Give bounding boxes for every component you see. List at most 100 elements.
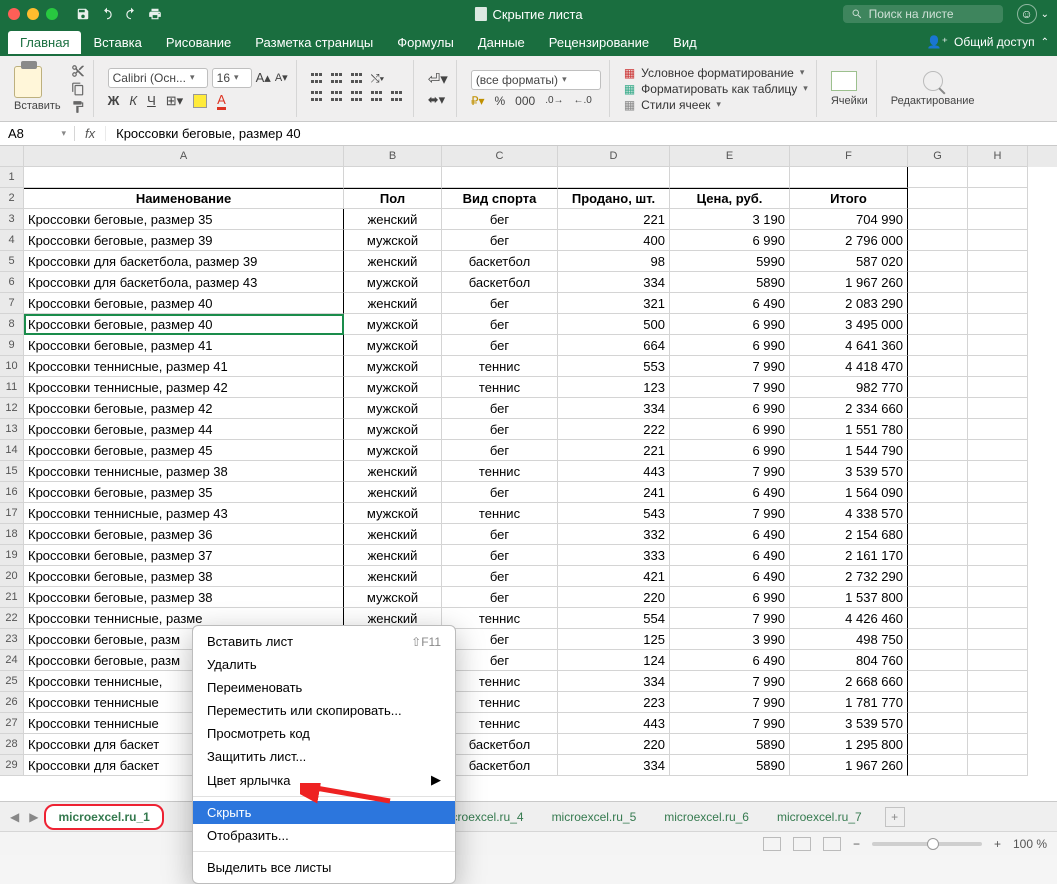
cell-22-G[interactable] — [908, 608, 968, 629]
row-header-8[interactable]: 8 — [0, 314, 24, 335]
cell-4-A[interactable]: Кроссовки беговые, размер 39 — [24, 230, 344, 251]
header-A[interactable]: Наименование — [24, 188, 344, 209]
cell-6-F[interactable]: 1 967 260 — [790, 272, 908, 293]
ctx-protect[interactable]: Защитить лист... — [193, 745, 455, 768]
cell-19-G[interactable] — [908, 545, 968, 566]
cell-29-G[interactable] — [908, 755, 968, 776]
format-as-table-button[interactable]: ▦Форматировать как таблицу▾ — [624, 82, 808, 96]
wrap-text-icon[interactable]: ⏎▾ — [428, 70, 448, 88]
cell-23-E[interactable]: 3 990 — [670, 629, 790, 650]
cell-9-B[interactable]: мужской — [344, 335, 442, 356]
sheet-tab-6[interactable]: microexcel.ru_6 — [651, 805, 762, 829]
cell-10-B[interactable]: мужской — [344, 356, 442, 377]
cut-icon[interactable] — [71, 64, 85, 78]
sheet-tab-1[interactable]: microexcel.ru_1 — [44, 804, 163, 830]
row-header-18[interactable]: 18 — [0, 524, 24, 545]
sheet-tab-7[interactable]: microexcel.ru_7 — [764, 805, 875, 829]
cell-22-F[interactable]: 4 426 460 — [790, 608, 908, 629]
fill-color-button[interactable] — [193, 94, 207, 108]
cell-1-B[interactable] — [344, 167, 442, 188]
cell-1-G[interactable] — [908, 167, 968, 188]
cell-21-D[interactable]: 220 — [558, 587, 670, 608]
cell-3-F[interactable]: 704 990 — [790, 209, 908, 230]
page-break-view-icon[interactable] — [823, 837, 841, 851]
increase-font-icon[interactable]: A▴ — [256, 70, 271, 86]
cell-16-F[interactable]: 1 564 090 — [790, 482, 908, 503]
cell-23-H[interactable] — [968, 629, 1028, 650]
cell-18-B[interactable]: женский — [344, 524, 442, 545]
header-F[interactable]: Итого — [790, 188, 908, 209]
currency-icon[interactable]: ₽▾ — [471, 94, 485, 108]
save-icon[interactable] — [76, 7, 90, 21]
col-header-B[interactable]: B — [344, 146, 442, 167]
cell-7-A[interactable]: Кроссовки беговые, размер 40 — [24, 293, 344, 314]
cell-10-F[interactable]: 4 418 470 — [790, 356, 908, 377]
cell-23-G[interactable] — [908, 629, 968, 650]
minimize-icon[interactable] — [27, 8, 39, 20]
col-header-H[interactable]: H — [968, 146, 1028, 167]
cell-27-C[interactable]: теннис — [442, 713, 558, 734]
cell-10-G[interactable] — [908, 356, 968, 377]
cell-13-E[interactable]: 6 990 — [670, 419, 790, 440]
cell-1-D[interactable] — [558, 167, 670, 188]
conditional-formatting-button[interactable]: ▦Условное форматирование▾ — [624, 66, 808, 80]
redo-icon[interactable] — [124, 7, 138, 21]
cells-icon[interactable] — [831, 71, 857, 91]
cell-7-F[interactable]: 2 083 290 — [790, 293, 908, 314]
cell-10-D[interactable]: 553 — [558, 356, 670, 377]
cell-29-E[interactable]: 5890 — [670, 755, 790, 776]
cell-17-E[interactable]: 7 990 — [670, 503, 790, 524]
zoom-in-button[interactable]: + — [994, 837, 1001, 851]
sheet-nav-right-icon[interactable]: ▶ — [25, 810, 42, 824]
cell-23-D[interactable]: 125 — [558, 629, 670, 650]
cell-28-H[interactable] — [968, 734, 1028, 755]
sheet-nav-left-icon[interactable]: ◀ — [6, 810, 23, 824]
cell-18-F[interactable]: 2 154 680 — [790, 524, 908, 545]
cell-1-A[interactable] — [24, 167, 344, 188]
cell-24-E[interactable]: 6 490 — [670, 650, 790, 671]
decrease-decimal-icon[interactable]: ←.0 — [574, 95, 592, 106]
cell-11-C[interactable]: теннис — [442, 377, 558, 398]
row-header-24[interactable]: 24 — [0, 650, 24, 671]
cell-16-E[interactable]: 6 490 — [670, 482, 790, 503]
paste-icon[interactable] — [14, 66, 42, 98]
cell-29-H[interactable] — [968, 755, 1028, 776]
cell-18-D[interactable]: 332 — [558, 524, 670, 545]
cell-16-H[interactable] — [968, 482, 1028, 503]
sheet-tab-5[interactable]: microexcel.ru_5 — [539, 805, 650, 829]
cell-11-H[interactable] — [968, 377, 1028, 398]
italic-button[interactable]: К — [129, 93, 137, 108]
row-header-3[interactable]: 3 — [0, 209, 24, 230]
cell-20-B[interactable]: женский — [344, 566, 442, 587]
share-button[interactable]: 👤⁺Общий доступ⌃ — [927, 35, 1049, 49]
cell-4-C[interactable]: бег — [442, 230, 558, 251]
cell-7-G[interactable] — [908, 293, 968, 314]
cell-25-H[interactable] — [968, 671, 1028, 692]
align-bottom-icon[interactable] — [351, 73, 365, 87]
cell-28-E[interactable]: 5890 — [670, 734, 790, 755]
cell-6-B[interactable]: мужской — [344, 272, 442, 293]
cell-23-C[interactable]: бег — [442, 629, 558, 650]
cell-9-F[interactable]: 4 641 360 — [790, 335, 908, 356]
cell-24-G[interactable] — [908, 650, 968, 671]
ctx-delete[interactable]: Удалить — [193, 653, 455, 676]
page-layout-view-icon[interactable] — [793, 837, 811, 851]
name-box[interactable]: A8▾ — [0, 126, 75, 141]
ctx-rename[interactable]: Переименовать — [193, 676, 455, 699]
cell-8-E[interactable]: 6 990 — [670, 314, 790, 335]
cell-27-E[interactable]: 7 990 — [670, 713, 790, 734]
cell-17-B[interactable]: мужской — [344, 503, 442, 524]
merge-cells-icon[interactable]: ⬌▾ — [428, 92, 448, 108]
cell-20-F[interactable]: 2 732 290 — [790, 566, 908, 587]
cell-27-G[interactable] — [908, 713, 968, 734]
cell-13-A[interactable]: Кроссовки беговые, размер 44 — [24, 419, 344, 440]
close-icon[interactable] — [8, 8, 20, 20]
col-header-G[interactable]: G — [908, 146, 968, 167]
indent-increase-icon[interactable] — [391, 91, 405, 105]
cell-7-D[interactable]: 321 — [558, 293, 670, 314]
cell-5-G[interactable] — [908, 251, 968, 272]
ctx-move-copy[interactable]: Переместить или скопировать... — [193, 699, 455, 722]
cell-17-D[interactable]: 543 — [558, 503, 670, 524]
tab-review[interactable]: Рецензирование — [537, 31, 661, 54]
cell-18-H[interactable] — [968, 524, 1028, 545]
